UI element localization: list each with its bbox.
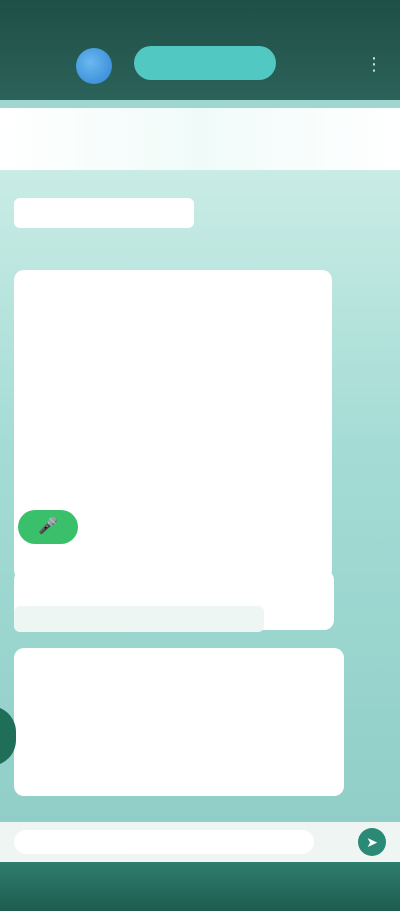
bottom-navigation-bar [0,862,400,911]
chat-title[interactable] [134,46,276,80]
avatar[interactable] [76,48,112,84]
microphone-icon[interactable]: 🎤 [18,510,78,544]
app-bar: ⋮ [0,0,400,100]
send-icon[interactable]: ➤ [358,828,386,856]
banner-text [100,128,300,150]
composer-bar: ➤ [0,822,400,862]
more-vertical-icon[interactable]: ⋮ [362,52,386,76]
quoted-reply[interactable] [14,606,264,632]
status-bar [0,0,400,26]
chat-area: 🎤 [0,170,400,860]
date-chip [14,198,194,228]
message-bubble[interactable] [14,648,344,796]
top-banner [0,108,400,170]
message-input[interactable] [14,830,314,854]
